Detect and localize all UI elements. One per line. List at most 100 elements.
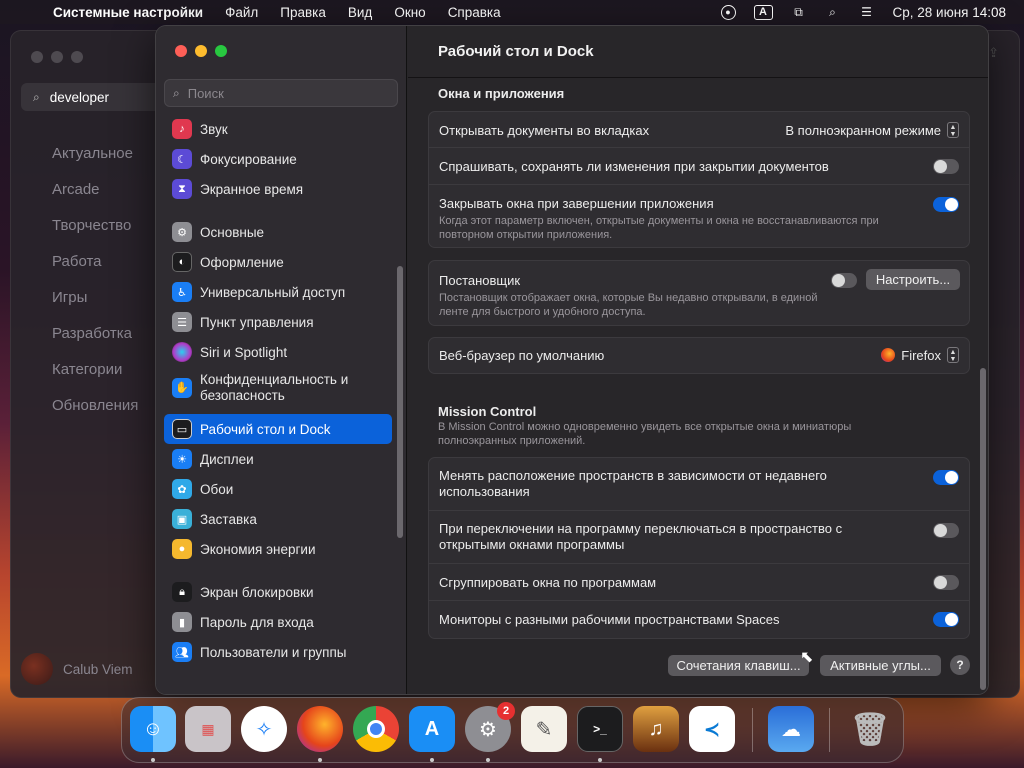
mouse-cursor-icon: ⬉ <box>800 649 814 666</box>
sidebar-search-field[interactable]: ⌕ Поиск <box>164 79 398 107</box>
menu-edit[interactable]: Правка <box>280 5 326 20</box>
sidebar-list: ♪ Звук ☾ Фокусирование ⧗ Экранное время ⚙ Ос… <box>164 114 392 667</box>
sidebar-item-control-center[interactable]: ☰ Пункт управления <box>164 307 392 337</box>
sidebar-item-energy-saver[interactable]: ● Экономия энергии <box>164 534 392 564</box>
help-button[interactable]: ? <box>950 655 970 675</box>
window-controls <box>175 45 227 57</box>
sidebar-item-general[interactable]: ⚙ Основные <box>164 217 392 247</box>
sidebar-item-sound[interactable]: ♪ Звук <box>164 114 392 144</box>
close-windows-desc: Когда этот параметр включен, открытые до… <box>439 215 879 241</box>
mc-switch-space-toggle[interactable] <box>933 523 959 538</box>
appearance-icon: ◐ <box>172 252 192 272</box>
mc-separate-spaces-toggle[interactable] <box>933 612 959 627</box>
bg-nav-item[interactable]: Актуальное <box>52 136 138 172</box>
trash-icon[interactable]: 🗑︎ <box>847 706 893 752</box>
input-source-icon[interactable]: A <box>753 4 773 20</box>
background-search-value: developer <box>49 89 110 105</box>
sidebar-item-label: Экономия энергии <box>200 541 316 557</box>
terminal-icon[interactable]: >_ <box>577 706 623 752</box>
vscode-icon[interactable]: ≺ <box>689 706 735 752</box>
bg-nav-item[interactable]: Творчество <box>52 208 138 244</box>
mc-label: Мониторы с разными рабочими пространства… <box>439 612 780 627</box>
moon-icon: ☾ <box>172 149 192 169</box>
sidebar: ⌕ Поиск ♪ Звук ☾ Фокусирование ⧗ Экранное в… <box>156 26 407 694</box>
hot-corners-button[interactable]: Активные углы... <box>820 655 941 676</box>
sidebar-item-displays[interactable]: ☀ Дисплеи <box>164 444 392 474</box>
background-search-field[interactable]: ⌕ developer <box>21 83 171 111</box>
open-docs-tabs-popup[interactable]: В полноэкранном режиме ▲ ▼ <box>785 122 959 138</box>
sidebar-item-wallpaper[interactable]: ✿ Обои <box>164 474 392 504</box>
close-windows-toggle[interactable] <box>933 197 959 212</box>
close-button[interactable] <box>175 45 187 57</box>
textedit-icon[interactable]: ✎ <box>521 706 567 752</box>
default-browser-popup[interactable]: Firefox ▲ ▼ <box>881 347 959 363</box>
minimize-button[interactable] <box>195 45 207 57</box>
launchpad-icon[interactable]: ▦ <box>185 706 231 752</box>
page-title: Рабочий стол и Dock <box>438 43 594 60</box>
mc-row-switch-space: При переключении на программу переключат… <box>429 511 969 564</box>
bg-nav-item[interactable]: Игры <box>52 280 138 316</box>
mission-control-group: Менять расположение пространств в зависи… <box>428 457 970 639</box>
sidebar-item-label: Пароль для входа <box>200 614 314 630</box>
menu-help[interactable]: Справка <box>448 5 501 20</box>
background-user[interactable]: Calub Viem <box>21 653 133 685</box>
sidebar-item-siri-spotlight[interactable]: Siri и Spotlight <box>164 337 392 367</box>
app-store-icon[interactable]: A <box>409 706 455 752</box>
bg-nav-item[interactable]: Разработка <box>52 316 138 352</box>
users-icon: 👥︎ <box>172 642 192 662</box>
share-icon[interactable]: ⇪ <box>988 45 999 61</box>
menu-file[interactable]: Файл <box>225 5 258 20</box>
safari-icon[interactable]: ✧ <box>241 706 287 752</box>
bg-nav-item[interactable]: Работа <box>52 244 138 280</box>
bg-nav-item[interactable]: Arcade <box>52 172 138 208</box>
stage-manager-customize-button[interactable]: Настроить... <box>866 269 960 290</box>
bg-nav-item[interactable]: Категории <box>52 352 138 388</box>
sidebar-item-label: Пункт управления <box>200 314 314 330</box>
sidebar-item-users-groups[interactable]: 👥︎ Пользователи и группы <box>164 637 392 667</box>
chrome-icon[interactable] <box>353 706 399 752</box>
menu-window[interactable]: Окно <box>394 5 425 20</box>
default-browser-row: Веб-браузер по умолчанию Firefox ▲ ▼ <box>429 338 969 373</box>
hand-icon: ✋ <box>172 378 192 398</box>
sidebar-item-label: Экран блокировки <box>200 584 314 600</box>
garageband-icon[interactable]: ♫ <box>633 706 679 752</box>
weather-icon[interactable]: ☁ <box>768 706 814 752</box>
search-icon: ⌕ <box>33 89 40 104</box>
content-scrollbar[interactable] <box>980 368 986 690</box>
control-center-icon[interactable]: ☰ <box>859 4 875 20</box>
sidebar-item-login-password[interactable]: ▮ Пароль для входа <box>164 607 392 637</box>
screen-mirroring-icon[interactable]: ⧉ <box>791 4 807 20</box>
sidebar-item-accessibility[interactable]: ♿ Универсальный доступ <box>164 277 392 307</box>
search-icon[interactable]: ⌕ <box>825 4 841 20</box>
sidebar-item-desktop-dock[interactable]: ▭ Рабочий стол и Dock <box>164 414 392 444</box>
zoom-button[interactable] <box>215 45 227 57</box>
mc-rearrange-spaces-toggle[interactable] <box>933 470 959 485</box>
mc-group-windows-toggle[interactable] <box>933 575 959 590</box>
system-settings-window: ⌕ Поиск ♪ Звук ☾ Фокусирование ⧗ Экранное в… <box>155 25 989 695</box>
sidebar-item-screensaver[interactable]: ▣ Заставка <box>164 504 392 534</box>
sidebar-scrollbar[interactable] <box>397 266 403 538</box>
ask-keep-changes-toggle[interactable] <box>933 159 959 174</box>
updown-chevron-icon: ▲ ▼ <box>947 122 959 138</box>
bg-nav-item[interactable]: Обновления <box>52 388 138 424</box>
sidebar-item-screen-time[interactable]: ⧗ Экранное время <box>164 174 392 204</box>
keyboard-shortcuts-button[interactable]: Сочетания клавиш... <box>668 655 809 676</box>
stage-manager-toggle[interactable] <box>831 273 857 288</box>
sidebar-item-lock-screen[interactable]: 🔒︎ Экран блокировки <box>164 577 392 607</box>
updown-chevron-icon: ▲ ▼ <box>947 347 959 363</box>
firefox-icon[interactable] <box>297 706 343 752</box>
user-name: Calub Viem <box>63 661 133 677</box>
user-icon[interactable]: ● <box>720 4 736 20</box>
menu-app-name[interactable]: Системные настройки <box>53 5 203 20</box>
sidebar-item-privacy-security[interactable]: ✋ Конфиденциальность и безопасность <box>164 367 392 409</box>
mc-row-rearrange-spaces: Менять расположение пространств в зависи… <box>429 458 969 511</box>
menu-clock[interactable]: Ср, 28 июня 14:08 <box>893 5 1007 20</box>
finder-icon[interactable]: ☺ <box>130 706 176 752</box>
mc-label: При переключении на программу переключат… <box>439 521 843 552</box>
sidebar-item-focus[interactable]: ☾ Фокусирование <box>164 144 392 174</box>
sidebar-item-label: Универсальный доступ <box>200 284 346 300</box>
sidebar-item-appearance[interactable]: ◐ Оформление <box>164 247 392 277</box>
menu-view[interactable]: Вид <box>348 5 372 20</box>
gear-icon: ⚙ <box>172 222 192 242</box>
sidebar-item-label: Оформление <box>200 254 284 270</box>
